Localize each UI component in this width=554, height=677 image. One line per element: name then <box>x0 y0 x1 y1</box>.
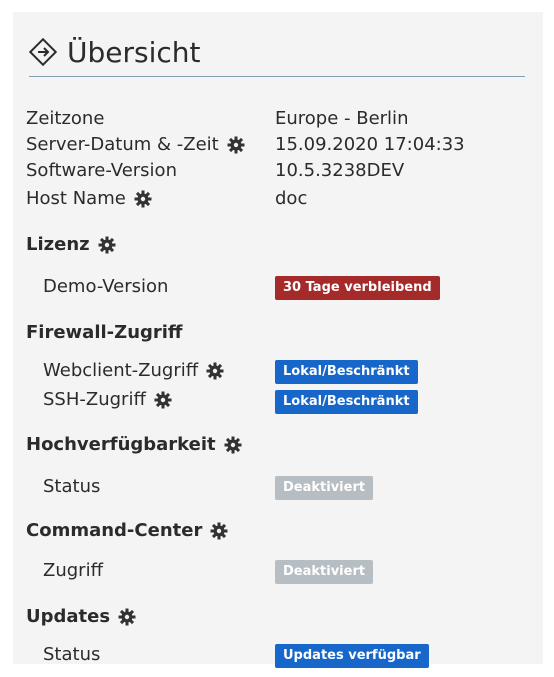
license-remaining-badge: 30 Tage verbleibend <box>275 276 440 300</box>
updates-available-badge[interactable]: Updates verfügbar <box>275 644 429 668</box>
gear-icon[interactable] <box>210 522 228 540</box>
ssh-access-label: SSH-Zugriff <box>43 389 146 410</box>
host-name-row: Host Name <box>26 188 152 209</box>
license-section-label: Lizenz <box>26 234 90 255</box>
updates-section: Updates <box>26 606 136 627</box>
timezone-label: Zeitzone <box>26 108 105 129</box>
webclient-access-label: Webclient-Zugriff <box>43 360 199 381</box>
gear-icon[interactable] <box>98 236 116 254</box>
gear-icon[interactable] <box>224 436 242 454</box>
cc-access-badge: Deaktiviert <box>275 560 374 584</box>
high-availability-section-label: Hochverfügbarkeit <box>26 434 216 455</box>
updates-status-label: Status <box>43 644 101 665</box>
host-name-value: doc <box>275 188 308 209</box>
ha-status-row: Status <box>43 476 100 497</box>
timezone-row: Zeitzone <box>26 108 104 129</box>
firewall-section-label: Firewall-Zugriff <box>26 322 183 343</box>
license-section: Lizenz <box>26 234 116 255</box>
host-name-label: Host Name <box>26 188 126 209</box>
software-version-value: 10.5.3238DEV <box>275 160 405 181</box>
ssh-access-row: SSH-Zugriff <box>43 389 172 410</box>
ssh-access-badge: Lokal/Beschränkt <box>275 390 418 414</box>
ha-status-label: Status <box>43 476 101 497</box>
firewall-section: Firewall-Zugriff <box>26 322 183 343</box>
software-version-label: Software-Version <box>26 160 177 181</box>
gear-icon[interactable] <box>154 391 172 409</box>
updates-section-label: Updates <box>26 606 111 627</box>
high-availability-section: Hochverfügbarkeit <box>26 434 242 455</box>
gear-icon[interactable] <box>118 608 136 626</box>
server-datetime-row: Server-Datum & -Zeit <box>26 134 245 155</box>
ha-status-badge: Deaktiviert <box>275 476 374 500</box>
software-version-row: Software-Version <box>26 160 177 181</box>
diamond-icon <box>29 37 59 67</box>
gear-icon[interactable] <box>227 136 245 154</box>
command-center-section: Command-Center <box>26 520 228 541</box>
server-datetime-label: Server-Datum & -Zeit <box>26 134 219 155</box>
cc-access-row: Zugriff <box>43 560 103 581</box>
command-center-section-label: Command-Center <box>26 520 203 541</box>
panel-header: Übersicht <box>29 28 525 77</box>
webclient-access-row: Webclient-Zugriff <box>43 360 224 381</box>
server-datetime-value: 15.09.2020 17:04:33 <box>275 134 465 155</box>
gear-icon[interactable] <box>134 190 152 208</box>
demo-version-row: Demo-Version <box>43 276 168 297</box>
page-title: Übersicht <box>67 35 201 69</box>
webclient-access-badge: Lokal/Beschränkt <box>275 360 418 384</box>
gear-icon[interactable] <box>206 362 224 380</box>
updates-status-row: Status <box>43 644 100 665</box>
timezone-value: Europe - Berlin <box>275 108 409 129</box>
cc-access-label: Zugriff <box>43 560 103 581</box>
overview-panel: Übersicht Zeitzone Europe - Berlin Serve… <box>13 12 543 668</box>
demo-version-label: Demo-Version <box>43 276 169 297</box>
